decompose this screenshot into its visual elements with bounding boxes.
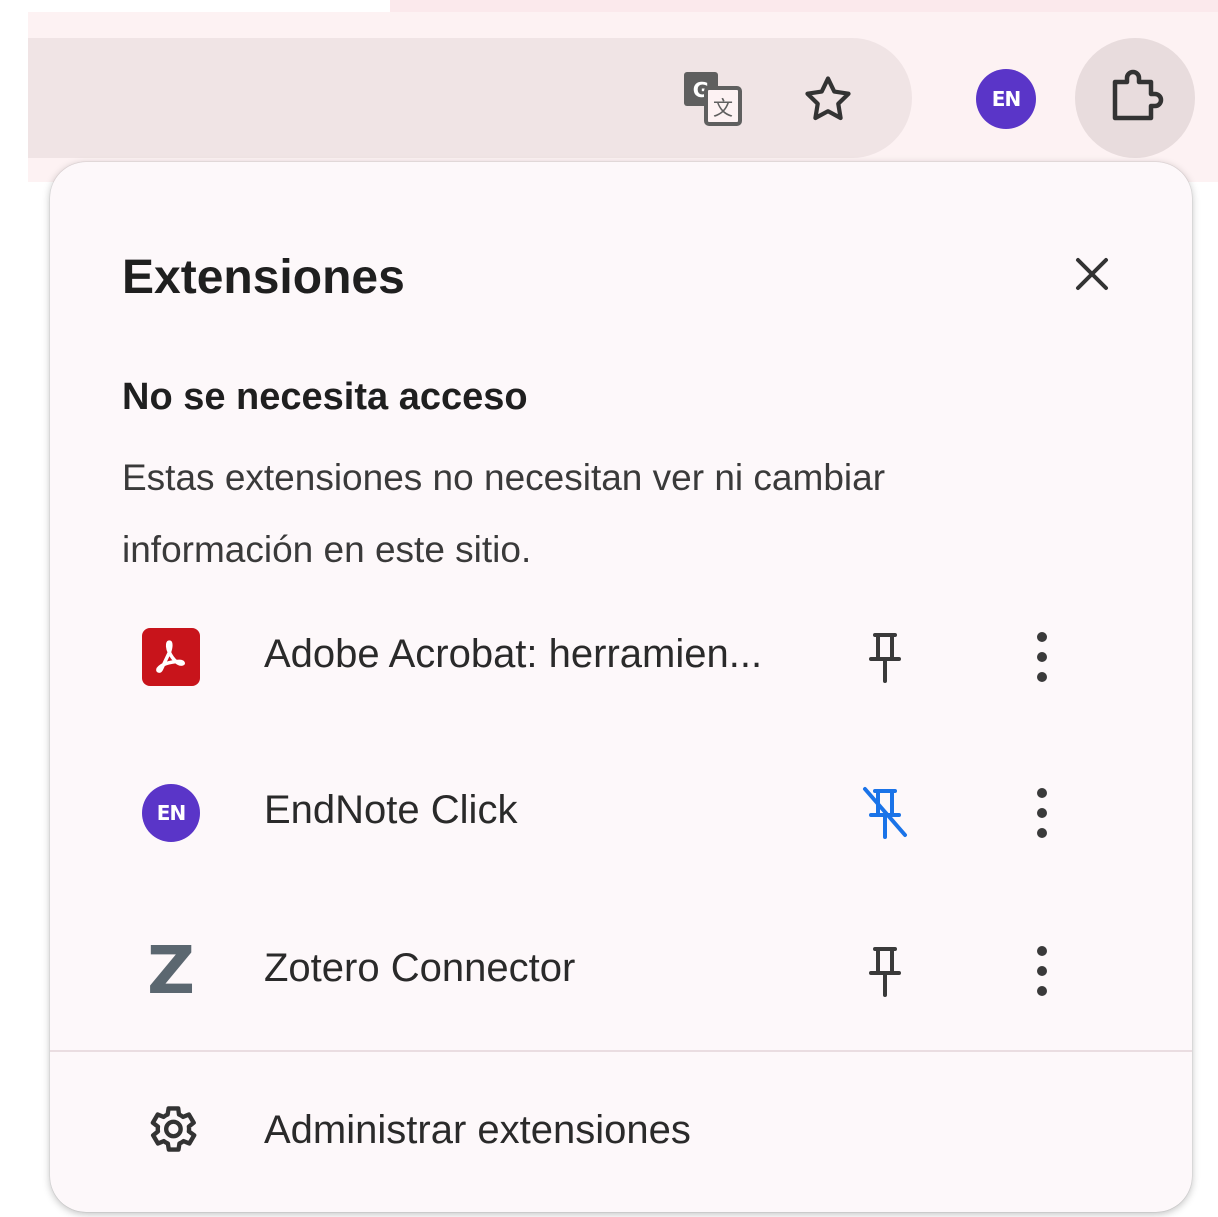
pin-button[interactable] [850, 936, 920, 1006]
unpin-button[interactable] [850, 778, 920, 848]
extensions-puzzle-button[interactable] [1075, 38, 1195, 158]
translate-icon[interactable]: G 文 [680, 66, 744, 130]
extension-name: Zotero Connector [264, 946, 576, 990]
pin-button[interactable] [850, 622, 920, 692]
more-vert-icon [1037, 632, 1047, 682]
section-description: Estas extensiones no necesitan ver ni ca… [122, 457, 886, 570]
extension-row-adobe-acrobat[interactable]: Adobe Acrobat: herramien... [50, 586, 1192, 726]
zotero-icon: Z [138, 938, 204, 1004]
close-button[interactable] [1064, 246, 1120, 302]
extension-row-zotero-connector[interactable]: Z Zotero Connector [50, 900, 1192, 1040]
divider [50, 1050, 1192, 1052]
more-options-button[interactable] [1010, 778, 1074, 848]
endnote-icon: EN [138, 780, 204, 846]
manage-extensions-button[interactable]: Administrar extensiones [50, 1066, 1192, 1196]
gear-icon [138, 1096, 204, 1162]
close-icon [1076, 258, 1108, 290]
section-heading: No se necesita acceso [122, 376, 528, 418]
endnote-badge: EN [976, 69, 1036, 129]
pinned-icon [863, 787, 907, 839]
address-bar[interactable] [28, 38, 912, 158]
extension-name: Adobe Acrobat: herramien... [264, 632, 763, 676]
pin-icon [869, 633, 901, 683]
panel-title: Extensiones [122, 251, 405, 304]
adobe-acrobat-icon [138, 624, 204, 690]
bookmark-star-icon[interactable] [798, 70, 858, 130]
manage-extensions-label: Administrar extensiones [264, 1108, 691, 1152]
extension-name: EndNote Click [264, 788, 518, 832]
more-vert-icon [1037, 788, 1047, 838]
endnote-extension-icon[interactable]: EN [975, 68, 1037, 130]
svg-text:文: 文 [713, 96, 733, 120]
top-strip [390, 0, 1218, 12]
extensions-panel: Extensiones No se necesita acceso Estas … [50, 162, 1192, 1212]
zotero-logo: Z [147, 932, 195, 1009]
more-options-button[interactable] [1010, 622, 1074, 692]
endnote-badge: EN [142, 784, 200, 842]
more-options-button[interactable] [1010, 936, 1074, 1006]
extension-row-endnote-click[interactable]: EN EndNote Click [50, 742, 1192, 882]
more-vert-icon [1037, 946, 1047, 996]
puzzle-icon [1112, 69, 1164, 121]
pin-icon [869, 947, 901, 997]
